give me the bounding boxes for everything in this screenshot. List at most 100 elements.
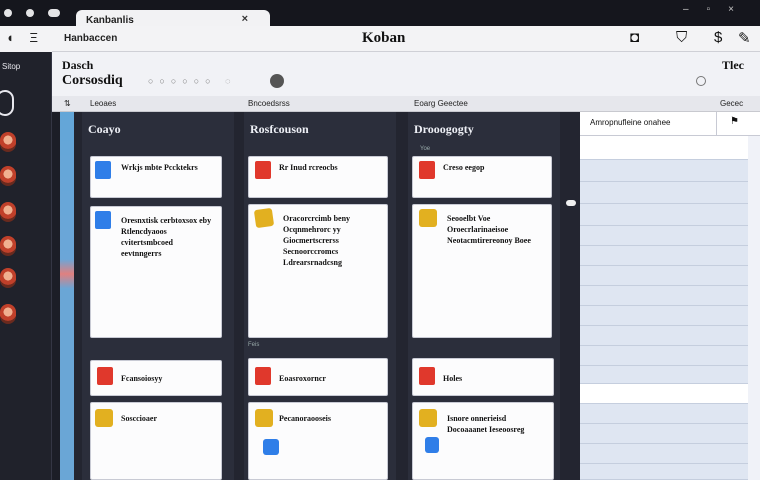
panel-row[interactable] [580,326,748,346]
card-text: Sosccioaer [121,414,157,423]
card-text: Oresnxtisk cerbtoxsox eby Rtlencdyaoos c… [121,216,212,258]
column-header[interactable]: Gecec [720,99,743,108]
kanban-card[interactable]: Isnore onnerieisd Docoaaanet Ieseoosreg [412,402,554,480]
sidebar-header: Sitop [2,62,21,71]
kanban-card[interactable]: Rr Inud rcreocbs [248,156,388,198]
card-text: Creso eegop [443,163,485,172]
board-header: Dasch Corsosdiq ○○○○○○ ◌ Tlec [52,52,760,96]
sidebar: Sitop [0,52,52,480]
card-text: Holes [443,374,463,383]
kanban-column: Coayo Wrkjs mbte Pccktekrs Oresnxtisk ce… [82,112,234,480]
panel-row[interactable] [580,384,748,404]
kanban-card[interactable]: Eoasroxorncr [248,358,388,396]
kanban-card[interactable]: Wrkjs mbte Pccktekrs [90,156,222,198]
column-header[interactable]: Leoaes [90,99,116,108]
avatar[interactable] [0,132,16,152]
tab-label: Kanbanlis [86,15,134,26]
panel-row[interactable] [580,286,748,306]
column-title: Coayo [88,122,121,136]
minimize-dot-icon[interactable] [26,9,34,17]
avatar[interactable] [0,166,16,186]
board-subtitle: Dasch [62,58,94,72]
kanban-card[interactable]: Sosccioaer [90,402,222,480]
label-chip-icon [255,161,271,179]
column-header-bar: ⇅ Leoaes Bncoedsrss Eoarg Geectee Gecec [52,96,760,112]
kanban-card[interactable]: Oresnxtisk cerbtoxsox eby Rtlencdyaoos c… [90,206,222,338]
maximize-dot-icon[interactable] [48,9,60,17]
view-options-icons[interactable]: ○○○○○○ ◌ [148,76,236,86]
column-header[interactable]: Bncoedsrss [248,99,290,108]
panel-row[interactable] [580,266,748,286]
window-controls[interactable]: –▫× [683,4,752,15]
panel-row[interactable] [580,136,748,160]
card-text: Oracorcrcimb beny Ocqnmehrorc yy Giocmer… [283,214,351,267]
card-text: Rr Inud rcreocbs [279,163,338,172]
card-text: Seooelbt Voe Oroecrlarinaeisoe Neotacmti… [447,214,531,245]
details-panel: Amropnufleine onahee ⚑ [580,112,760,480]
card-text: Isnore onnerieisd Docoaaanet Ieseoosreg [447,414,525,434]
panel-row[interactable] [580,404,748,424]
flag-icon[interactable]: ⚑ [730,116,739,127]
panel-row[interactable] [580,204,748,226]
back-icon[interactable]: ◖ [6,30,14,45]
panel-row[interactable] [580,366,748,384]
column-tag: Feis [248,342,260,348]
dollar-icon[interactable]: $ [714,29,722,46]
avatar[interactable] [0,268,16,288]
panel-row[interactable] [580,306,748,326]
avatar[interactable] [0,202,16,222]
label-chip-icon [419,161,435,179]
kanban-card[interactable]: Oracorcrcimb beny Ocqnmehrorc yy Giocmer… [248,204,388,338]
shield-icon[interactable]: ⛉ [676,29,687,46]
priority-stripe [60,112,74,480]
label-chip-icon [419,409,437,427]
toolbar-left: ◖ Ξ [0,26,52,52]
panel-row[interactable] [580,160,748,182]
label-chip-icon [263,439,279,455]
label-chip-icon [95,409,113,427]
camera-icon[interactable]: ◘ [630,29,639,46]
sort-icon[interactable]: ⇅ [64,99,71,108]
breadcrumb[interactable]: Hanbaccen [64,33,117,44]
panel-row[interactable] [580,246,748,266]
menu-icon[interactable]: Ξ [29,30,37,45]
panel-header-text: Amropnufleine onahee [590,118,671,127]
label-chip-icon [255,409,273,427]
refresh-icon[interactable] [696,76,706,86]
kanban-card[interactable]: Seooelbt Voe Oroecrlarinaeisoe Neotacmti… [412,204,552,338]
edit-icon[interactable]: ✎ [738,29,751,47]
page-title: Koban [362,30,406,46]
panel-row[interactable] [580,182,748,204]
panel-header: Amropnufleine onahee ⚑ [580,112,760,136]
column-title: Rosfcouson [250,122,309,136]
label-chip-icon [95,161,111,179]
panel-row[interactable] [580,424,748,444]
board-title: Corsosdiq [62,73,123,88]
label-chip-icon [97,367,113,385]
kanban-card[interactable]: Holes [412,358,554,396]
kanban-column: Drooogogty Yoe Creso eegop Seooelbt Voe … [408,112,560,480]
kanban-card[interactable]: Pecanoraooseis [248,402,388,480]
close-dot-icon[interactable] [4,9,12,17]
close-icon[interactable]: × [242,13,248,25]
panel-row[interactable] [580,346,748,366]
status-ring-icon[interactable] [0,90,14,116]
kanban-card[interactable]: Fcansoiosyy [90,360,222,396]
kanban-column: Rosfcouson Rr Inud rcreocbs Oracorcrcimb… [244,112,396,480]
card-text: Fcansoiosyy [121,374,163,383]
toolbar: ◖ Ξ Hanbaccen Koban ◘ ⛉ $ ✎ [0,26,760,52]
panel-row[interactable] [580,464,748,480]
kanban-card[interactable]: Creso eegop [412,156,552,198]
add-icon[interactable] [270,74,284,88]
collapse-handle-icon[interactable] [566,200,576,206]
avatar[interactable] [0,304,16,324]
panel-row[interactable] [580,226,748,246]
panel-row[interactable] [580,444,748,464]
label-chip-icon [255,367,271,385]
label-chip-icon [253,207,275,229]
card-text: Eoasroxorncr [279,374,326,383]
avatar[interactable] [0,236,16,256]
label-chip-icon [419,209,437,227]
column-header[interactable]: Eoarg Geectee [414,99,468,108]
card-text: Pecanoraooseis [279,414,331,423]
